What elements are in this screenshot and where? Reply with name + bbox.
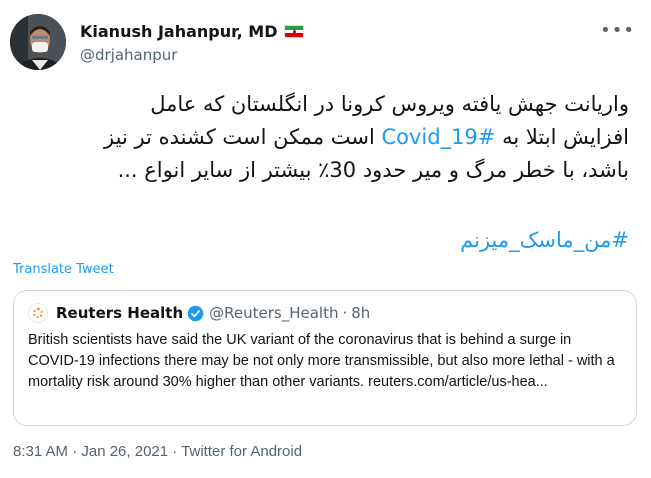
avatar-image bbox=[10, 14, 66, 70]
tweet-timestamp[interactable]: 8:31 AM · Jan 26, 2021 bbox=[13, 443, 168, 460]
more-options-icon[interactable]: ••• bbox=[600, 20, 635, 41]
quoted-tweet-text: British scientists have said the UK vari… bbox=[28, 332, 615, 390]
translate-tweet-link[interactable]: Translate Tweet bbox=[13, 262, 114, 277]
iran-flag-icon bbox=[283, 25, 304, 38]
quoted-time: 8h bbox=[351, 304, 371, 322]
tweet-text: واریانت جهش یافته ویروس کرونا در انگلستا… bbox=[29, 88, 629, 187]
hashtag-covid19-link[interactable]: #Covid_19 bbox=[381, 125, 495, 149]
tweet-line-1: واریانت جهش یافته ویروس کرونا در انگلستا… bbox=[150, 92, 629, 116]
author-display-name[interactable]: Kianush Jahanpur, MD bbox=[80, 22, 304, 41]
quoted-author-name: Reuters Health bbox=[56, 304, 184, 322]
author-handle[interactable]: @drjahanpur bbox=[80, 46, 177, 64]
tweet-line-2: افزایش ابتلا به #Covid_19 است ممکن است ک… bbox=[29, 121, 629, 154]
tweet-line-3: باشد، با خطر مرگ و میر حدود 30٪ بیشتر از… bbox=[117, 158, 629, 182]
quoted-author-handle: @Reuters_Health bbox=[209, 304, 339, 322]
quoted-tweet-card[interactable]: Reuters Health @Reuters_Health · 8h Brit… bbox=[13, 290, 637, 426]
footer-separator: · bbox=[168, 443, 182, 460]
tweet-line-2-start: افزایش ابتلا به bbox=[495, 125, 629, 149]
tweet-footer: 8:31 AM · Jan 26, 2021 · Twitter for And… bbox=[13, 443, 302, 460]
quoted-separator: · bbox=[342, 304, 348, 322]
hashtag-mask-link[interactable]: #من_ماسک_میزنم bbox=[460, 224, 629, 257]
quoted-tweet-header: Reuters Health @Reuters_Health · 8h bbox=[28, 303, 622, 323]
reuters-logo-icon bbox=[28, 303, 48, 323]
tweet-line-2-end: است ممکن است کشنده تر نیز bbox=[104, 125, 382, 149]
verified-badge-icon bbox=[187, 305, 204, 321]
author-name-text: Kianush Jahanpur, MD bbox=[80, 22, 278, 41]
avatar[interactable] bbox=[10, 14, 66, 70]
tweet-source: Twitter for Android bbox=[181, 443, 303, 460]
